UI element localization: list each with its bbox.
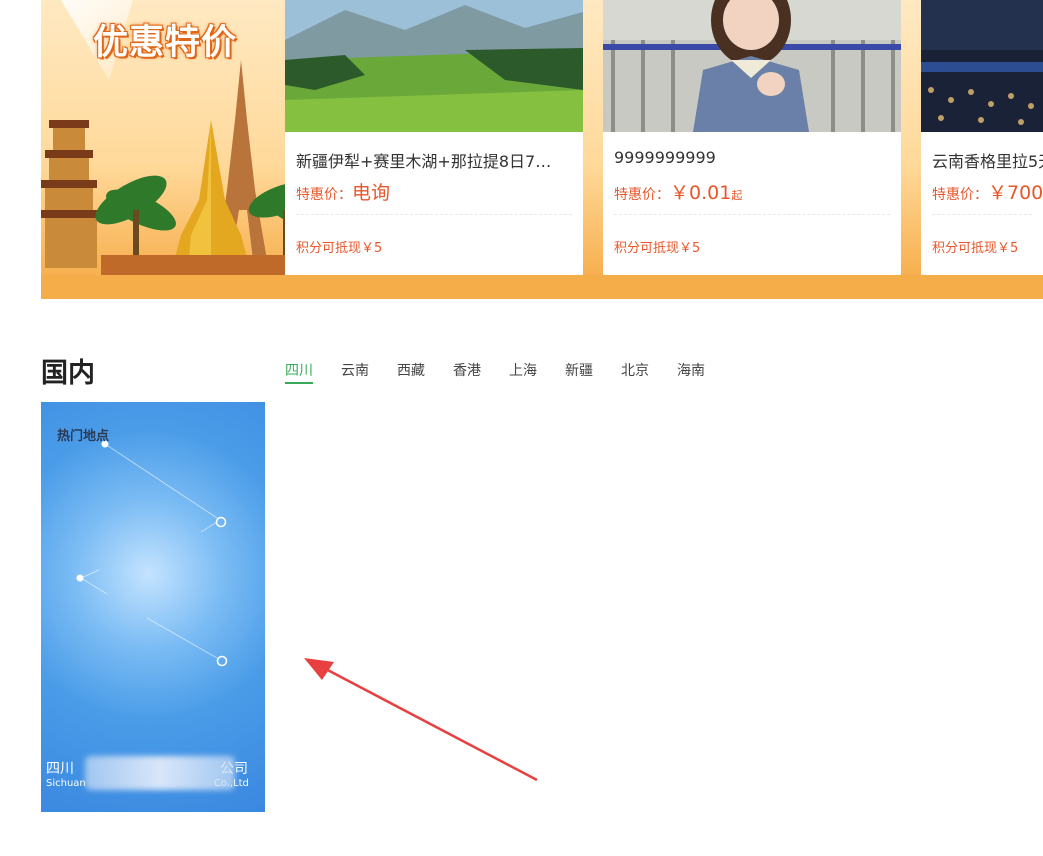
tab-region[interactable]: 新疆 bbox=[565, 360, 593, 384]
connection-lines-decoration bbox=[76, 440, 228, 667]
product-card[interactable]: 9999999999 特惠价：￥0.01起 积分可抵现￥5 bbox=[603, 0, 901, 275]
tab-region[interactable]: 海南 bbox=[677, 360, 705, 384]
tab-region[interactable]: 四川 bbox=[285, 360, 313, 384]
hot-places-panel[interactable]: 热门地点 四川公司 SichuanCo.,Ltd bbox=[41, 402, 265, 812]
product-card[interactable]: 新疆伊犁+赛里木湖+那拉提8日7晚... 特惠价：电询 积分可抵现￥5 bbox=[285, 0, 583, 275]
card-divider bbox=[296, 214, 572, 215]
price-label: 特惠价： bbox=[932, 187, 988, 203]
company-name-cn-start: 四川 bbox=[46, 761, 74, 777]
card-divider bbox=[614, 214, 890, 215]
product-name[interactable]: 新疆伊犁+赛里木湖+那拉提8日7晚... bbox=[296, 148, 566, 172]
card-divider bbox=[932, 214, 1032, 215]
price-label: 特惠价： bbox=[296, 187, 352, 203]
banner-bottom-strip bbox=[41, 275, 1043, 299]
promo-title: 优惠特价 bbox=[93, 23, 238, 63]
points-deduction: 积分可抵现￥5 bbox=[614, 241, 701, 256]
product-image[interactable] bbox=[603, 0, 901, 132]
tab-region[interactable]: 西藏 bbox=[397, 360, 425, 384]
annotation-arrow-icon bbox=[304, 658, 538, 782]
section-title-domestic: 国内 bbox=[41, 358, 95, 389]
price-suffix: 起 bbox=[731, 189, 743, 202]
tab-region[interactable]: 北京 bbox=[621, 360, 649, 384]
price-row: 特惠价：电询 bbox=[296, 178, 390, 205]
points-deduction: 积分可抵现￥5 bbox=[932, 241, 1019, 256]
product-card[interactable]: 云南香格里拉5天 特惠价：￥700 积分可抵现￥5 bbox=[921, 0, 1043, 275]
points-deduction: 积分可抵现￥5 bbox=[296, 241, 383, 256]
region-tabs: 四川 云南 西藏 香港 上海 新疆 北京 海南 bbox=[285, 360, 733, 384]
hot-places-title: 热门地点 bbox=[57, 429, 110, 444]
price-value: ￥700 bbox=[988, 182, 1043, 204]
product-name[interactable]: 云南香格里拉5天 bbox=[932, 148, 1043, 172]
price-label: 特惠价： bbox=[614, 187, 670, 203]
price-value: 电询 bbox=[352, 182, 391, 204]
product-name[interactable]: 9999999999 bbox=[614, 148, 884, 167]
product-image[interactable] bbox=[921, 0, 1043, 132]
tab-region[interactable]: 香港 bbox=[453, 360, 481, 384]
price-row: 特惠价：￥0.01起 bbox=[614, 178, 742, 205]
product-image[interactable] bbox=[285, 0, 583, 132]
price-value: ￥0.01 bbox=[670, 182, 732, 204]
tab-region[interactable]: 上海 bbox=[509, 360, 537, 384]
landmark-illustration bbox=[41, 60, 321, 299]
redaction-blur bbox=[85, 756, 235, 790]
company-name-en-start: Sichuan bbox=[46, 778, 86, 789]
tab-region[interactable]: 云南 bbox=[341, 360, 369, 384]
price-row: 特惠价：￥700 bbox=[932, 178, 1043, 205]
